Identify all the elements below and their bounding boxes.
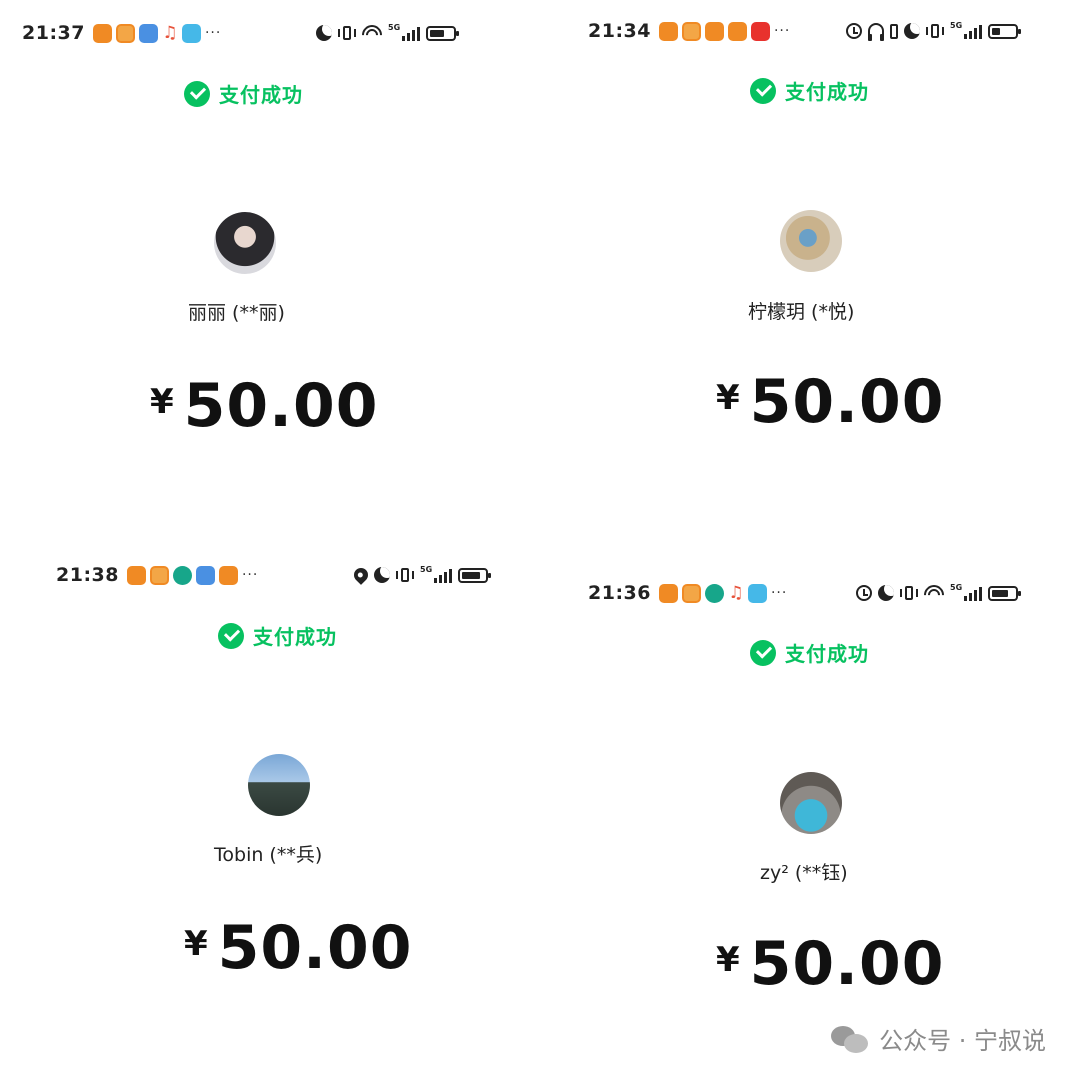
book-app-icon: [747, 583, 767, 603]
system-icons: 5G: [846, 19, 1021, 43]
status-time: 21:36: [588, 582, 651, 604]
system-icons: 5G: [856, 581, 1021, 605]
currency-symbol: ¥: [184, 924, 208, 964]
battery-icon: [426, 25, 459, 41]
watermark-text: 公众号 · 宁叔说: [879, 1027, 1046, 1055]
watermark: 公众号 · 宁叔说: [831, 1021, 1046, 1056]
recycle-app-icon: [704, 583, 724, 603]
payee-avatar: [214, 212, 276, 274]
payee-name: 丽丽 (**丽): [188, 302, 285, 324]
delivery-app-icon: [704, 21, 724, 41]
red-app-icon: [750, 21, 770, 41]
status-bar: 21:34 ···: [588, 19, 790, 43]
signal-5g-icon: 5G: [950, 583, 982, 601]
more-notifications-icon: ···: [241, 567, 259, 583]
do-not-disturb-icon: [374, 567, 390, 583]
alarm-icon: [856, 585, 872, 601]
payment-screenshot-1: 21:37 ♫ ··· 5G 支付成功 丽丽 (**丽) ¥ 50.00: [0, 0, 540, 540]
message-app-icon: [138, 23, 158, 43]
heart-app-icon: [92, 23, 112, 43]
vibrate-icon: [338, 24, 356, 42]
taobao-app-icon: [149, 565, 169, 585]
grid-app-icon: [218, 565, 238, 585]
payee-name: zy² (**钰): [760, 862, 848, 884]
taobao-app-icon: [681, 21, 701, 41]
check-circle-icon: [218, 622, 244, 649]
payee-avatar: [248, 754, 310, 816]
amount-value: 50.00: [217, 913, 413, 983]
battery-icon: [988, 585, 1021, 601]
do-not-disturb-icon: [878, 585, 894, 601]
payee-name: Tobin (**兵): [214, 844, 323, 866]
more-notifications-icon: ···: [773, 23, 791, 39]
payment-success-indicator: 支付成功: [218, 621, 337, 650]
signal-5g-icon: 5G: [388, 23, 420, 41]
payment-success-text: 支付成功: [219, 83, 303, 107]
payee-avatar: [780, 772, 842, 834]
taobao-app-icon: [115, 23, 135, 43]
payment-success-indicator: 支付成功: [750, 638, 869, 667]
do-not-disturb-icon: [316, 25, 332, 41]
do-not-disturb-icon: [904, 23, 920, 39]
status-time: 21:37: [22, 22, 85, 44]
amount-value: 50.00: [749, 367, 945, 437]
status-bar: 21:38 ···: [56, 563, 258, 587]
heart-app-icon: [126, 565, 146, 585]
payment-amount: ¥ 50.00: [184, 918, 412, 978]
system-icons: 5G: [351, 563, 491, 587]
payment-screenshot-4: 21:36 ♫ ··· 5G 支付成功 zy² (**钰) ¥ 50.00: [540, 540, 1080, 1080]
grid-app-icon: [727, 21, 747, 41]
payment-screenshot-2: 21:34 ··· 5G 支付成功 柠檬玥 (*悦) ¥ 50.00: [540, 0, 1080, 540]
system-icons: 5G: [316, 21, 459, 45]
payee-name: 柠檬玥 (*悦): [748, 301, 855, 323]
payment-success-indicator: 支付成功: [184, 79, 303, 108]
payee-avatar: [780, 210, 842, 272]
battery-icon: [458, 567, 491, 583]
payment-success-text: 支付成功: [253, 625, 337, 649]
payment-success-text: 支付成功: [785, 642, 869, 666]
status-time: 21:38: [56, 564, 119, 586]
music-note-icon: ♫: [728, 583, 744, 603]
status-bar: 21:37 ♫ ···: [22, 21, 221, 45]
payment-success-indicator: 支付成功: [750, 76, 869, 105]
book-app-icon: [181, 23, 201, 43]
vibrate-icon: [926, 22, 944, 40]
amount-value: 50.00: [749, 929, 945, 999]
more-notifications-icon: ···: [770, 585, 788, 601]
battery-icon: [988, 23, 1021, 39]
payment-amount: ¥ 50.00: [716, 372, 944, 432]
check-circle-icon: [750, 639, 776, 666]
currency-symbol: ¥: [150, 382, 174, 422]
taobao-app-icon: [681, 583, 701, 603]
check-circle-icon: [750, 77, 776, 104]
headphone-battery-icon: [890, 23, 898, 39]
more-notifications-icon: ···: [204, 25, 222, 41]
heart-app-icon: [658, 21, 678, 41]
headphones-icon: [868, 23, 884, 41]
music-note-icon: ♫: [162, 23, 178, 43]
status-bar: 21:36 ♫ ···: [588, 581, 787, 605]
payment-amount: ¥ 50.00: [150, 376, 378, 436]
location-pin-icon: [351, 565, 371, 585]
payment-success-text: 支付成功: [785, 80, 869, 104]
message-app-icon: [195, 565, 215, 585]
signal-5g-icon: 5G: [420, 565, 452, 583]
amount-value: 50.00: [183, 371, 379, 441]
vibrate-icon: [900, 584, 918, 602]
payment-amount: ¥ 50.00: [716, 934, 944, 994]
payment-screenshot-3: 21:38 ··· 5G 支付成功 Tobin (**兵) ¥ 50.00: [0, 540, 540, 1080]
wechat-logo-icon: [831, 1024, 869, 1054]
heart-app-icon: [658, 583, 678, 603]
alarm-icon: [846, 23, 862, 39]
vibrate-icon: [396, 566, 414, 584]
signal-5g-icon: 5G: [950, 21, 982, 39]
currency-symbol: ¥: [716, 378, 740, 418]
wifi-icon: [924, 585, 944, 601]
check-circle-icon: [184, 80, 210, 107]
recycle-app-icon: [172, 565, 192, 585]
wifi-icon: [362, 25, 382, 41]
status-time: 21:34: [588, 20, 651, 42]
currency-symbol: ¥: [716, 940, 740, 980]
